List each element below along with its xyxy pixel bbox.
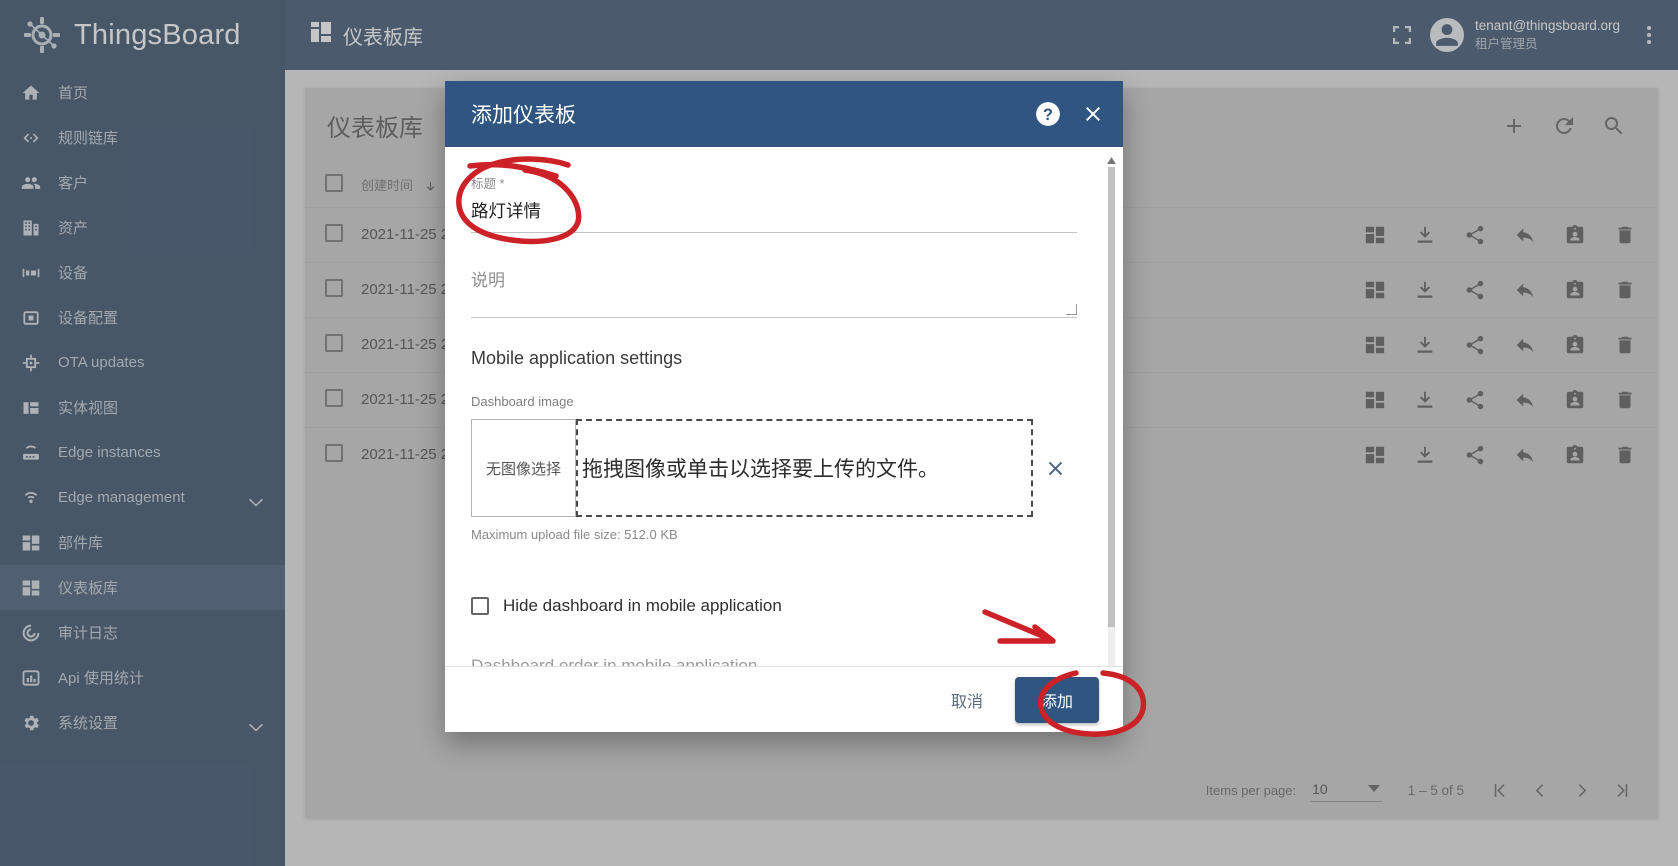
close-icon[interactable] bbox=[1081, 102, 1105, 126]
max-upload-size-text: Maximum upload file size: 512.0 KB bbox=[471, 527, 678, 542]
help-circle-icon[interactable]: ? bbox=[1035, 101, 1061, 127]
dashboard-order-field[interactable]: Dashboard order in mobile application bbox=[471, 656, 1077, 666]
dialog-body: 标题 * 路灯详情 说明 Mobile application settings… bbox=[445, 147, 1123, 666]
dashboard-title-input[interactable]: 路灯详情 bbox=[471, 198, 1077, 233]
dialog-footer: 取消 添加 bbox=[445, 666, 1123, 732]
dialog-scrollbar[interactable] bbox=[1106, 155, 1117, 666]
no-image-preview: 无图像选择 bbox=[471, 419, 576, 517]
dashboard-order-input[interactable]: Dashboard order in mobile application bbox=[471, 656, 1077, 666]
image-dropzone[interactable]: 拖拽图像或单击以选择要上传的文件。 bbox=[576, 419, 1033, 517]
hide-dashboard-checkbox-row[interactable]: Hide dashboard in mobile application bbox=[471, 596, 1077, 616]
dashboard-image-label: Dashboard image bbox=[471, 394, 574, 409]
dashboard-description-field[interactable]: 说明 bbox=[471, 266, 1077, 318]
scrollbar-up-arrow-icon[interactable] bbox=[1106, 155, 1117, 165]
svg-text:?: ? bbox=[1043, 106, 1053, 124]
add-dashboard-dialog: 添加仪表板 ? 标题 * 路灯详情 说明 Mobile application … bbox=[445, 81, 1123, 732]
textarea-resize-handle[interactable] bbox=[1066, 304, 1077, 315]
dashboard-title-label: 标题 * bbox=[471, 177, 505, 191]
dashboard-image-row: 无图像选择 拖拽图像或单击以选择要上传的文件。 bbox=[471, 419, 1077, 517]
hide-dashboard-label: Hide dashboard in mobile application bbox=[503, 596, 782, 615]
cancel-button[interactable]: 取消 bbox=[935, 678, 999, 722]
thingsboard-app: ThingsBoard 首页 规则链库 客户 资产 设备 设备配置 OTA updates 实… bbox=[0, 0, 1678, 866]
add-button[interactable]: 添加 bbox=[1014, 676, 1099, 723]
mobile-settings-heading: Mobile application settings bbox=[471, 348, 683, 368]
dashboard-title-field[interactable]: 标题 * 路灯详情 bbox=[471, 173, 1077, 233]
dashboard-description-input[interactable]: 说明 bbox=[471, 266, 1077, 318]
dialog-header-buttons: ? bbox=[1035, 101, 1105, 127]
dashboard-description-label: 说明 bbox=[471, 271, 505, 290]
hide-dashboard-checkbox[interactable] bbox=[471, 597, 489, 615]
scrollbar-thumb[interactable] bbox=[1108, 167, 1115, 627]
dialog-title: 添加仪表板 bbox=[471, 104, 576, 127]
clear-image-button[interactable] bbox=[1033, 419, 1077, 517]
dialog-header: 添加仪表板 ? bbox=[445, 81, 1123, 147]
